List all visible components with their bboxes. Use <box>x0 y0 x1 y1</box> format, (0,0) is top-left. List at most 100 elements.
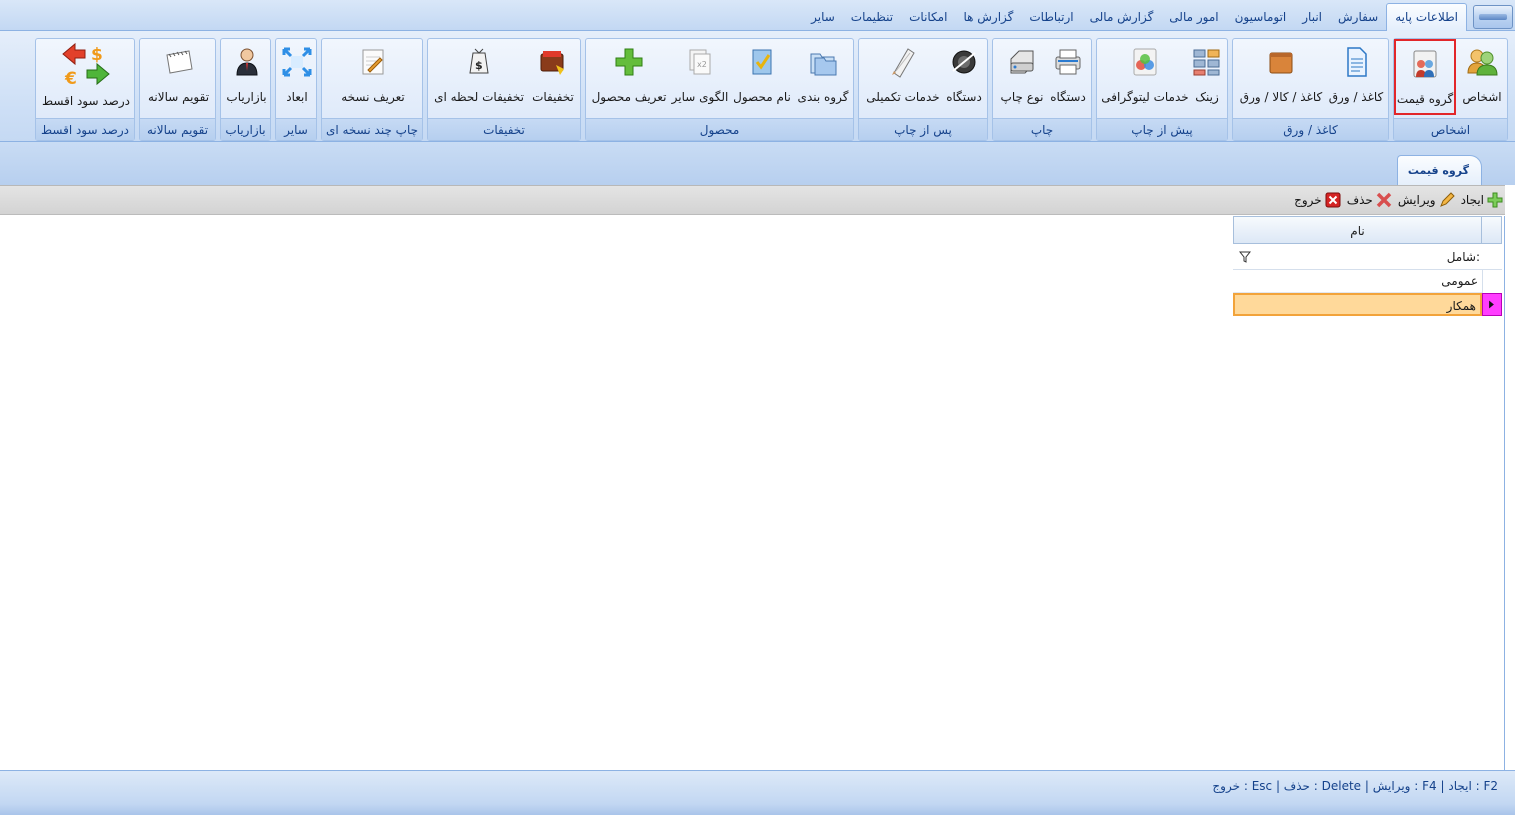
printer-device-button-label: دستگاه <box>1050 90 1086 104</box>
document-tab-strip: گروه قیمت <box>0 142 1515 185</box>
annual-calendar-button[interactable]: تقویم سالانه <box>142 39 215 115</box>
pattern-button-label: الگوی سایر <box>671 90 729 104</box>
zinc-plate-icon <box>1190 45 1224 79</box>
application-menu-button[interactable] <box>1473 5 1513 29</box>
discounts-button[interactable]: تخفیفات <box>526 39 580 115</box>
print-type-button-label: نوع چاپ <box>1000 90 1044 104</box>
price-group-button-label: گروه قیمت <box>1396 92 1454 106</box>
tab-settings[interactable]: تنظیمات <box>843 4 901 31</box>
installment-profit-button[interactable]: $ € درصد سود اقسط <box>38 39 134 115</box>
annual-calendar-button-label: تقویم سالانه <box>147 90 210 104</box>
exit-button[interactable]: خروج <box>1294 192 1341 208</box>
define-product-button[interactable]: تعریف محصول <box>589 39 669 115</box>
discount-wallet-icon <box>536 45 570 79</box>
people-button[interactable]: اشخاص <box>1456 39 1508 115</box>
define-copy-button[interactable]: تعریف نسخه <box>324 39 422 115</box>
table-cell-name[interactable]: همکار <box>1233 293 1482 316</box>
svg-text:$: $ <box>475 59 483 72</box>
ribbon-group-postpress: دستگاه خدمات تکمیلی پس از چاپ <box>858 38 988 141</box>
table-row[interactable]: عمومی <box>1233 270 1502 293</box>
ribbon-group-calendar: تقویم سالانه تقویم سالانه <box>139 38 216 141</box>
grouping-folders-icon <box>806 45 840 79</box>
product-name-button[interactable]: نام محصول <box>731 39 793 115</box>
marketer-button[interactable]: بازاریاب <box>222 39 271 115</box>
tab-base-info[interactable]: اطلاعات پایه <box>1386 3 1467 31</box>
pattern-icon: x2 <box>683 45 717 79</box>
ribbon-group-other: ابعاد سایر <box>275 38 317 141</box>
row-indicator-current <box>1482 293 1502 316</box>
svg-text:x2: x2 <box>697 60 707 69</box>
grid-header-corner <box>1482 216 1502 244</box>
shortcut-hints: F2 : ایجاد | F4 : ویرایش | Delete : حذف … <box>1212 779 1498 793</box>
ribbon-group-product-title: محصول <box>586 118 853 140</box>
tab-order[interactable]: سفارش <box>1330 4 1386 31</box>
pencil-icon <box>1439 192 1455 208</box>
ribbon-group-postpress-title: پس از چاپ <box>859 118 987 140</box>
product-name-icon <box>745 45 779 79</box>
tab-other[interactable]: سایر <box>803 4 843 31</box>
form-toolbar: ایجاد ویرایش حذف خروج <box>0 185 1505 215</box>
ribbon-group-multicopy: تعریف نسخه چاپ چند نسخه ای <box>321 38 423 141</box>
edit-button-label: ویرایش <box>1397 193 1436 207</box>
tab-automation[interactable]: اتوماسیون <box>1227 4 1295 31</box>
table-cell-name[interactable]: عمومی <box>1233 270 1482 293</box>
ribbon-group-print-title: چاپ <box>993 118 1091 140</box>
finishing-machine-icon <box>947 45 981 79</box>
application-window: { "menu": { "tabs": [ {"label": "اطلاعات… <box>0 0 1515 815</box>
printer-device-icon <box>1051 45 1085 79</box>
row-indicator <box>1482 270 1502 293</box>
ribbon-group-print: دستگاه نوع چاپ چاپ <box>992 38 1092 141</box>
column-header-name[interactable]: نام <box>1233 216 1482 244</box>
lithography-button-label: خدمات لیتوگرافی <box>1101 90 1189 104</box>
price-group-button[interactable]: گروه قیمت <box>1394 39 1456 115</box>
delete-x-icon <box>1376 192 1392 208</box>
edit-copy-icon <box>356 45 390 79</box>
print-type-button[interactable]: نوع چاپ <box>997 39 1047 115</box>
paper-sheet-button[interactable]: کاغذ / ورق <box>1325 39 1387 115</box>
grid-filter-row[interactable]: شامل: <box>1233 245 1502 270</box>
ribbon-group-installment-title: درصد سود اقسط <box>36 118 134 140</box>
print-type-icon <box>1005 45 1039 79</box>
close-icon <box>1325 192 1341 208</box>
finishing-machine-button[interactable]: دستگاه <box>941 39 987 115</box>
tab-warehouse[interactable]: انبار <box>1294 4 1330 31</box>
document-tab-price-group[interactable]: گروه قیمت <box>1396 155 1482 185</box>
ribbon-group-marketer-title: بازاریاب <box>221 118 270 140</box>
tab-finance[interactable]: امور مالی <box>1161 4 1226 31</box>
goods-paper-button-label: کاغذ / کالا / ورق <box>1239 90 1323 104</box>
svg-text:$: $ <box>91 45 103 65</box>
pattern-button[interactable]: x2 الگوی سایر <box>669 39 731 115</box>
tab-reports[interactable]: گزارش ها <box>955 4 1021 31</box>
lithography-button[interactable]: خدمات لیتوگرافی <box>1101 39 1189 115</box>
tab-finance-report[interactable]: گزارش مالی <box>1082 4 1162 31</box>
instant-discount-button[interactable]: $ تخفیفات لحظه ای <box>432 39 526 115</box>
ribbon-group-paper: کاغذ / ورق کاغذ / کالا / ورق کاغذ / ورق <box>1232 38 1389 141</box>
create-button-label: ایجاد <box>1460 193 1484 207</box>
finishing-services-button[interactable]: خدمات تکمیلی <box>863 39 943 115</box>
printer-device-button[interactable]: دستگاه <box>1045 39 1091 115</box>
goods-box-icon <box>1264 45 1298 79</box>
tab-communications[interactable]: ارتباطات <box>1021 4 1081 31</box>
menu-tabs: اطلاعات پایه سفارش انبار اتوماسیون امور … <box>803 3 1467 31</box>
grouping-button[interactable]: گروه بندی <box>793 39 853 115</box>
instant-discount-button-label: تخفیفات لحظه ای <box>434 90 524 104</box>
goods-paper-button[interactable]: کاغذ / کالا / ورق <box>1235 39 1327 115</box>
product-name-button-label: نام محصول <box>733 90 791 104</box>
create-button[interactable]: ایجاد <box>1461 192 1503 208</box>
table-row-selected[interactable]: همکار <box>1233 293 1502 316</box>
finishing-services-button-label: خدمات تکمیلی <box>866 90 940 104</box>
marketer-icon <box>230 45 264 79</box>
edit-button[interactable]: ویرایش <box>1398 192 1455 208</box>
ribbon-group-people: اشخاص گروه قیمت اشخاص <box>1393 38 1508 141</box>
filter-funnel-icon[interactable] <box>1238 251 1252 263</box>
tab-facilities[interactable]: امکانات <box>901 4 955 31</box>
zinc-button[interactable]: زینک <box>1187 39 1227 115</box>
ribbon-group-installment: $ € درصد سود اقسط درصد سود اقسط <box>35 38 135 141</box>
define-product-button-label: تعریف محصول <box>591 90 667 104</box>
installment-profit-button-label: درصد سود اقسط <box>41 94 131 108</box>
dimensions-button[interactable]: ابعاد <box>277 39 317 115</box>
price-group-grid: نام شامل: عمومی همکار <box>1233 216 1502 326</box>
delete-button[interactable]: حذف <box>1347 192 1392 208</box>
calendar-icon <box>162 45 196 79</box>
ribbon-group-discounts: تخفیفات $ تخفیفات لحظه ای تخفیفات <box>427 38 581 141</box>
